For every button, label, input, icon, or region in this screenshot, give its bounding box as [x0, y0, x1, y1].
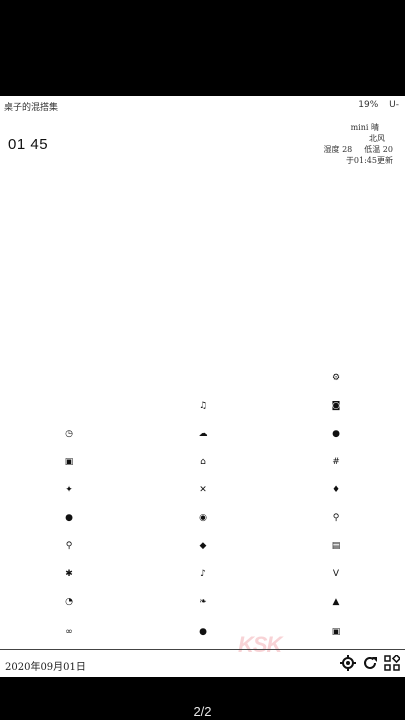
clock-icon[interactable]: ◷ [58, 424, 80, 444]
notes-icon[interactable]: ▤ [325, 536, 347, 556]
browser-icon[interactable]: ● [325, 424, 347, 444]
hashtag-icon[interactable]: # [325, 452, 347, 472]
tiktok-icon[interactable]: ♪ [192, 564, 214, 584]
satellite-icon[interactable]: ✱ [58, 564, 80, 584]
footer-divider [0, 649, 405, 650]
bird-icon[interactable]: ✦ [58, 480, 80, 500]
footer-date: 2020年09月01日 [5, 662, 86, 673]
v-icon[interactable]: V [325, 564, 347, 584]
gamepad-icon[interactable]: ◆ [192, 536, 214, 556]
settings-gear-icon[interactable]: ⚙ [325, 368, 347, 388]
footer-actions [339, 654, 401, 672]
mountain-icon[interactable]: ▲ [325, 592, 347, 612]
music-icon[interactable]: ♫ [192, 396, 214, 416]
vr-icon[interactable]: ∞ [58, 622, 80, 642]
camera-icon[interactable]: ◙ [325, 396, 347, 416]
launcher-screen: 桌子的混搭集 19% U- 01 45 mini 晴 北风 湿度 28 低温 20… [0, 96, 405, 677]
gallery-icon[interactable]: ▣ [58, 452, 80, 472]
media-icon[interactable]: ▣ [325, 622, 347, 642]
app-drawer-icon[interactable] [383, 654, 401, 672]
record-icon[interactable]: ● [58, 508, 80, 528]
leaf-icon[interactable]: ❧ [192, 592, 214, 612]
top-black-bar [0, 0, 405, 96]
chat-icon[interactable]: ☁ [192, 424, 214, 444]
store-icon[interactable]: ⌂ [192, 452, 214, 472]
app-grid: ⚙ ♫ ◙ ◷ ☁ ● ▣ ⌂ # ✦ ✕ ♦ ● ◉ ⚲ ⚲ ◆ ▤ ✱ ♪ … [0, 96, 405, 677]
search-small-icon[interactable]: ⚲ [325, 508, 347, 528]
settings-icon[interactable] [339, 654, 357, 672]
close-x-icon[interactable]: ✕ [192, 480, 214, 500]
apple-icon[interactable]: ● [192, 622, 214, 642]
page-indicator: 2/2 [193, 704, 212, 719]
refresh-icon[interactable] [361, 654, 379, 672]
qq-icon[interactable]: ◉ [192, 508, 214, 528]
timer-icon[interactable]: ◔ [58, 592, 80, 612]
flame-icon[interactable]: ♦ [325, 480, 347, 500]
search-icon[interactable]: ⚲ [58, 536, 80, 556]
watermark-logo: KSK [238, 632, 282, 657]
